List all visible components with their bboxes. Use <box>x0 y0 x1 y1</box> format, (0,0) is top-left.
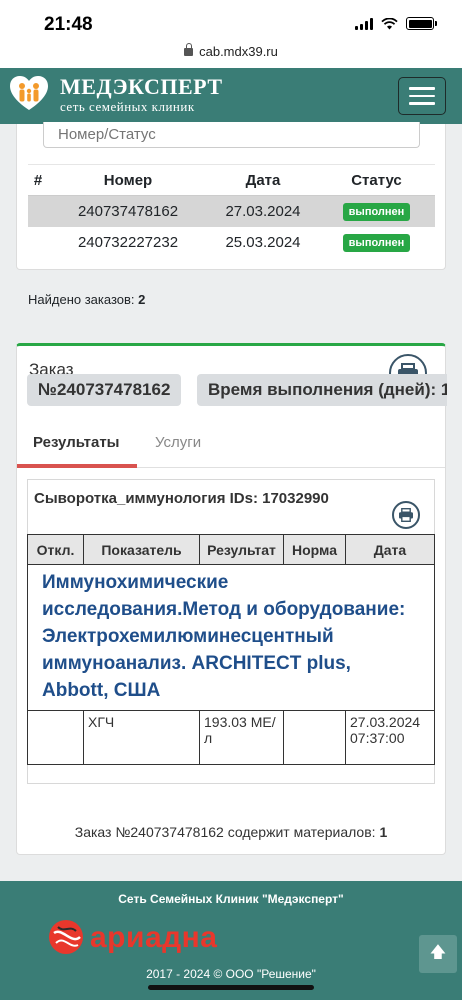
results-table: Откл. Показатель Результат Норма Дата Им… <box>27 534 435 765</box>
order-row[interactable]: 240732227232 25.03.2024 выполнен <box>28 227 435 258</box>
address-bar[interactable]: cab.mdx39.ru <box>0 43 462 68</box>
method-description: Иммунохимические исследования.Метод и об… <box>27 564 435 711</box>
result-indicator: ХГЧ <box>83 710 200 765</box>
clock: 21:48 <box>44 14 93 35</box>
site-navbar: МЕДЭКСПЕРТ сеть семейных клиник <box>0 68 462 124</box>
col-date: Дата <box>345 534 435 565</box>
brand-name[interactable]: МЕДЭКСПЕРТ <box>60 74 223 100</box>
order-row[interactable]: 240737478162 27.03.2024 выполнен <box>28 195 435 227</box>
col-indicator: Показатель <box>83 534 200 565</box>
tab-services[interactable]: Услуги <box>155 434 201 451</box>
menu-toggle-button[interactable] <box>398 77 446 115</box>
order-date: 27.03.2024 <box>208 195 318 227</box>
materials-count: 1 <box>379 824 388 840</box>
wifi-icon <box>381 17 398 29</box>
result-block: Сыворотка_иммунология IDs: 17032990 Откл… <box>27 479 435 784</box>
col-deviation: Откл. <box>27 534 84 565</box>
col-norm: Норма <box>283 534 346 565</box>
orders-found-count: Найдено заказов: 2 <box>28 292 145 307</box>
found-count: 2 <box>138 292 146 307</box>
ariadna-logo-icon[interactable] <box>48 919 84 955</box>
order-number: 240737478162 <box>48 195 208 227</box>
order-index <box>28 227 48 258</box>
brand-subtitle: сеть семейных клиник <box>60 99 195 114</box>
orders-header-row: # Номер Дата Статус <box>28 164 435 196</box>
materials-summary: Заказ №240737478162 содержит материалов:… <box>17 824 445 840</box>
materials-text: Заказ №240737478162 содержит материалов: <box>74 824 376 840</box>
order-time-badge: Время выполнения (дней): 1 <box>197 374 447 406</box>
method-row: Иммунохимические исследования.Метод и об… <box>27 564 435 711</box>
order-detail-card: Заказ №240737478162 Время выполнения (дн… <box>16 343 447 855</box>
status-badge: выполнен <box>342 233 411 252</box>
result-norm <box>283 710 346 765</box>
order-date: 25.03.2024 <box>225 233 301 251</box>
tab-results[interactable]: Результаты <box>33 434 119 451</box>
col-status: Статус <box>318 164 435 196</box>
result-date: 27.03.2024 07:37:00 <box>345 710 435 765</box>
url-text: cab.mdx39.ru <box>199 44 278 59</box>
results-header-row: Откл. Показатель Результат Норма Дата <box>27 534 435 565</box>
order-number-badge: №240737478162 <box>27 374 182 406</box>
home-indicator[interactable] <box>148 985 314 990</box>
result-deviation <box>27 710 84 765</box>
scroll-top-button[interactable]: 🡅 <box>419 935 457 973</box>
partner-logo-text[interactable]: ариадна <box>90 921 217 955</box>
col-number: Номер <box>48 164 208 196</box>
print-result-button[interactable] <box>392 501 420 529</box>
active-tab-indicator <box>17 464 137 468</box>
order-status-cell: выполнен <box>318 195 435 227</box>
status-badge: выполнен <box>342 202 411 221</box>
order-search-input[interactable] <box>43 122 420 148</box>
footer-title: Сеть Семейных Клиник "Медэксперт" <box>118 892 344 906</box>
order-index <box>28 195 48 227</box>
status-icons <box>355 17 437 30</box>
result-block-title: Сыворотка_иммунология IDs: 17032990 <box>34 490 329 507</box>
col-index: # <box>28 164 48 196</box>
found-label: Найдено заказов: <box>28 292 135 307</box>
battery-icon <box>406 17 437 30</box>
lock-icon <box>184 43 194 56</box>
orders-card: # Номер Дата Статус 240737478162 27.03.2… <box>16 122 446 270</box>
order-number: 240732227232 <box>77 233 179 251</box>
cellular-signal-icon <box>355 17 373 30</box>
orders-table: # Номер Дата Статус 240737478162 27.03.2… <box>28 164 435 258</box>
col-date: Дата <box>208 164 318 196</box>
arrow-up-icon: 🡅 <box>429 943 447 961</box>
table-row: ХГЧ 193.03 МЕ/л 27.03.2024 07:37:00 <box>27 710 435 765</box>
printer-icon <box>399 508 413 522</box>
order-status-cell: выполнен <box>318 227 435 258</box>
order-tabs: Результаты Услуги <box>17 420 445 468</box>
site-footer: Сеть Семейных Клиник "Медэксперт" ариадн… <box>0 881 462 1000</box>
copyright: 2017 - 2024 © ООО "Решение" <box>146 967 316 981</box>
col-result: Результат <box>199 534 284 565</box>
status-bar: 21:48 <box>0 0 462 44</box>
hamburger-icon <box>409 87 435 90</box>
result-value: 193.03 МЕ/л <box>199 710 284 765</box>
medexpert-logo[interactable] <box>10 76 48 112</box>
